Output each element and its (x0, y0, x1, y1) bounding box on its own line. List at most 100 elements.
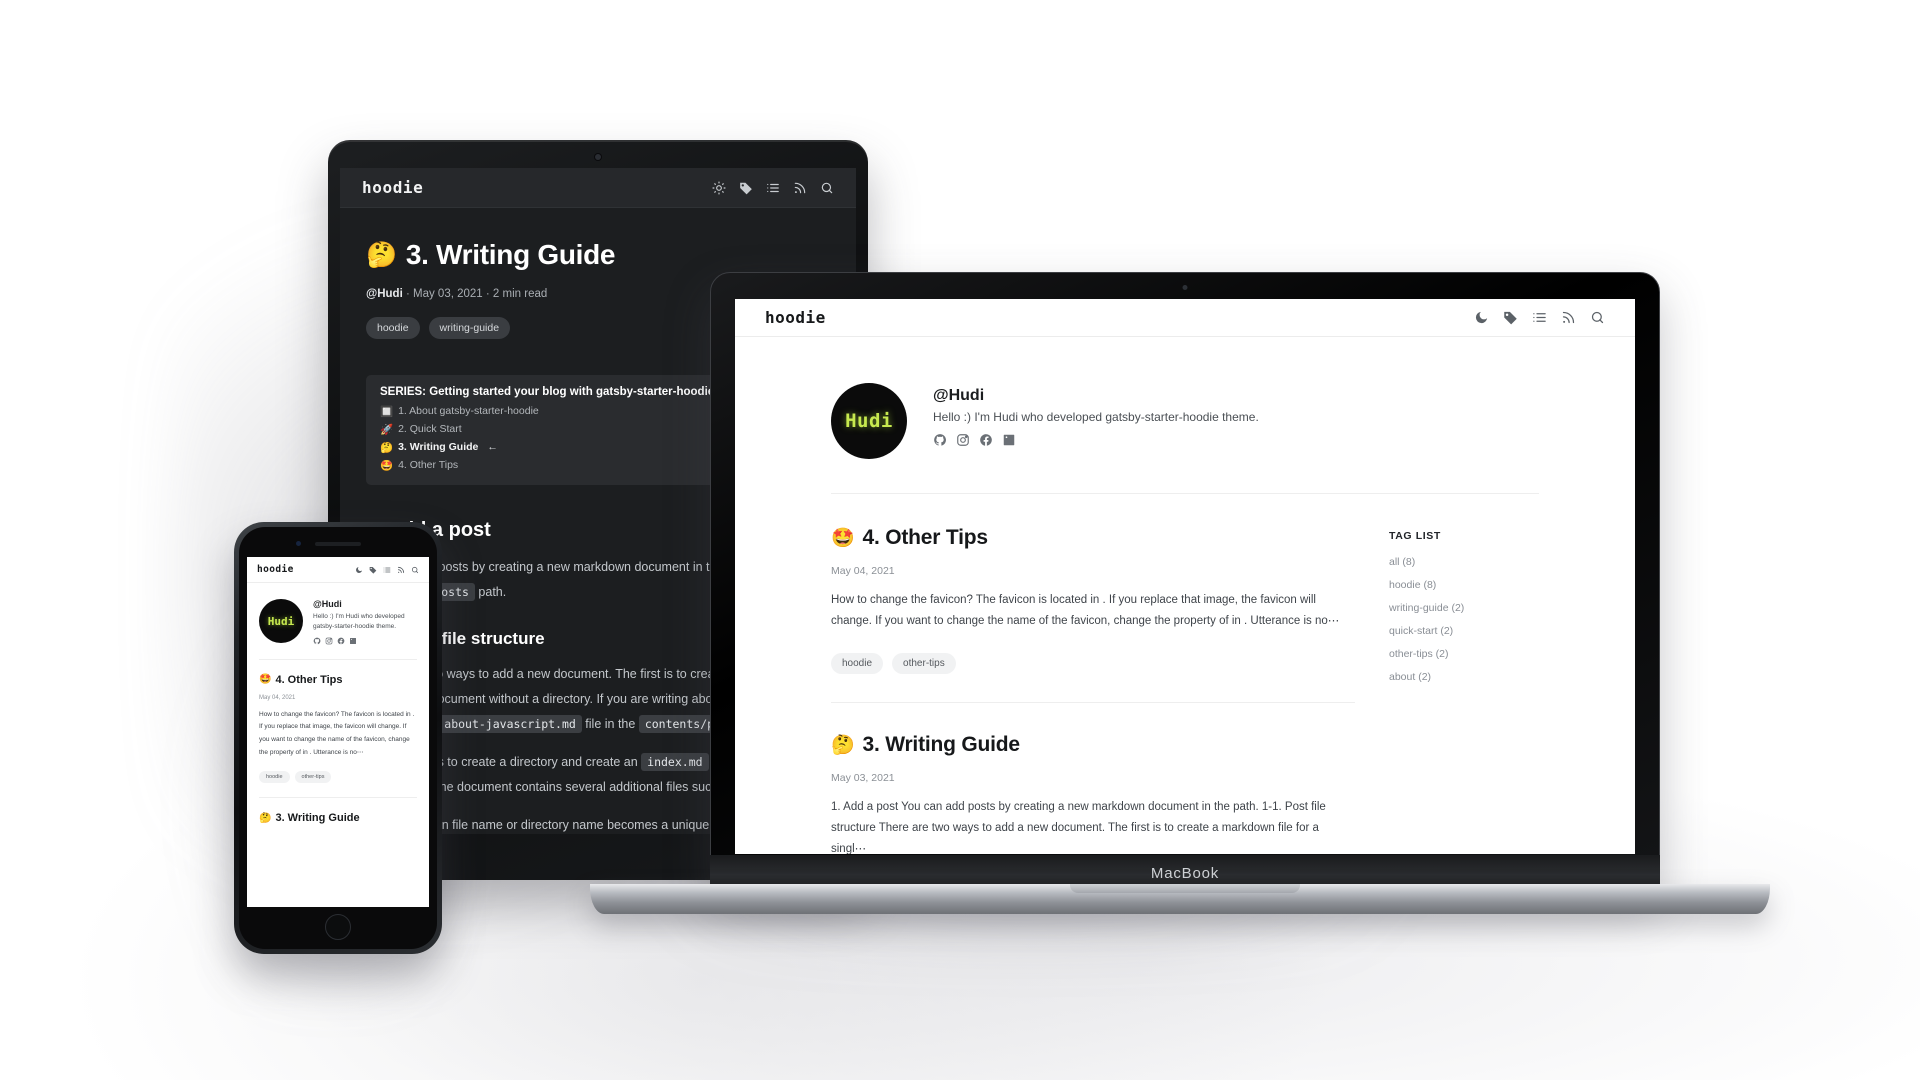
avatar-text: Hudi (267, 614, 295, 628)
facebook-icon[interactable] (979, 433, 993, 447)
p1-after: path. (474, 584, 507, 599)
moon-icon[interactable] (1474, 310, 1489, 325)
post-title-text: 4. Other Tips (862, 526, 988, 549)
rss-icon[interactable] (793, 181, 807, 195)
phone-post[interactable]: 🤩 4. Other Tips May 04, 2021 How to chan… (259, 658, 417, 784)
phone-speaker-icon (315, 542, 361, 546)
post-list: 🤩 4. Other Tips May 04, 2021 How to chan… (831, 526, 1355, 854)
tag-icon[interactable] (1503, 310, 1518, 325)
profile-handle: @Hudi (933, 387, 985, 404)
list-icon[interactable] (1532, 310, 1547, 325)
phone-profile-bio: Hello :) I'm Hudi who developed gatsby-s… (313, 613, 405, 630)
tag-list-item[interactable]: hoodie (8) (1389, 579, 1539, 591)
post-title-text: 3. Writing Guide (862, 732, 1020, 756)
post-item[interactable]: 🤔 3. Writing Guide May 03, 2021 1. Add a… (831, 701, 1355, 854)
series-item-emoji-icon: 🔲 (380, 405, 394, 418)
laptop-site-logo[interactable]: hoodie (765, 308, 826, 327)
phone-camera-icon (296, 541, 301, 546)
social-links (933, 433, 1259, 447)
tag-chip[interactable]: other-tips (294, 771, 332, 784)
thinking-face-emoji-icon: 🤔 (259, 812, 272, 824)
github-icon[interactable] (313, 637, 321, 645)
laptop-site-header: hoodie (735, 299, 1635, 337)
laptop-camera-icon (1182, 285, 1188, 290)
list-icon[interactable] (383, 566, 391, 574)
tag-chip[interactable]: hoodie (831, 652, 884, 674)
rss-icon[interactable] (1561, 310, 1576, 325)
mockup-stage: hoodie 🤔 3. Writing Guide @Hudi · May 03… (0, 0, 1920, 1080)
post-item[interactable]: 🤩 4. Other Tips May 04, 2021 How to chan… (831, 526, 1355, 702)
profile-bio: Hello :) I'm Hudi who developed gatsby-s… (933, 410, 1259, 424)
tag-icon[interactable] (739, 181, 753, 195)
post-title: 🤔 3. Writing Guide (831, 733, 1355, 757)
tablet-site-header: hoodie (340, 168, 856, 208)
tag-chip[interactable]: hoodie (259, 771, 290, 784)
post-date: May 03, 2021 (831, 771, 895, 784)
thinking-face-emoji-icon: 🤔 (831, 734, 855, 756)
series-item-label: 1. About gatsby-starter-hoodie (398, 405, 539, 418)
tablet-article-author[interactable]: @Hudi (366, 288, 403, 300)
avatar: Hudi (259, 599, 303, 643)
current-arrow-icon: ← (487, 441, 498, 454)
laptop-base-notch (1070, 884, 1300, 893)
profile-card: Hudi @Hudi Hello :) I'm Hudi who develop… (831, 383, 1539, 459)
phone-post-title-text: 4. Other Tips (275, 673, 343, 686)
p2-mid: file in the (581, 716, 639, 731)
linkedin-icon[interactable] (1002, 433, 1016, 447)
phone-body: hoodie Hudi @Hudi Hello:) I'm Hudi who … (239, 527, 437, 949)
tag-list-item[interactable]: other-tips (2) (1389, 648, 1539, 660)
instagram-icon[interactable] (956, 433, 970, 447)
rocket-emoji-icon: 🚀 (380, 423, 394, 436)
facebook-icon[interactable] (337, 637, 345, 645)
laptop-content: Hudi @Hudi Hello :) I'm Hudi who develop… (735, 337, 1635, 854)
phone-site-logo[interactable]: hoodie (257, 564, 294, 575)
phone-social-links (313, 637, 417, 645)
phone-site-header: hoodie (247, 557, 429, 583)
series-item-label: 3. Writing Guide (398, 441, 479, 454)
tablet-site-logo[interactable]: hoodie (362, 178, 423, 197)
tag-list-item[interactable]: all (8) (1389, 556, 1539, 568)
list-icon[interactable] (766, 181, 780, 195)
device-label: MacBook (1150, 864, 1220, 882)
tag-list-item[interactable]: about (2) (1389, 671, 1539, 683)
search-icon[interactable] (411, 566, 419, 574)
laptop-lid: hoodie Hudi @Hudi Hello:) I'm Hudi who … (710, 272, 1660, 889)
search-icon[interactable] (1590, 310, 1605, 325)
phone-post[interactable]: 🤔 3. Writing Guide (259, 797, 417, 824)
linkedin-icon[interactable] (349, 637, 357, 645)
phone-post-title: 🤩 4. Other Tips (259, 674, 417, 686)
phone-post-tags: hoodie other-tips (259, 771, 417, 784)
laptop-screen: hoodie Hudi @Hudi Hello:) I'm Hudi who … (735, 299, 1635, 854)
post-tags: hoodie other-tips (831, 652, 1355, 674)
sun-icon[interactable] (712, 181, 726, 195)
tag-list-item[interactable]: writing-guide (2) (1389, 602, 1539, 614)
instagram-icon[interactable] (325, 637, 333, 645)
phone-post-excerpt: How to change the favicon? The favicon i… (259, 710, 415, 756)
rss-icon[interactable] (397, 566, 405, 574)
phone-post-title: 🤔 3. Writing Guide (259, 812, 417, 824)
search-icon[interactable] (820, 181, 834, 195)
star-struck-emoji-icon: 🤩 (259, 674, 272, 685)
tag-icon[interactable] (369, 566, 377, 574)
laptop-device: hoodie Hudi @Hudi Hello:) I'm Hudi who … (590, 272, 1770, 932)
moon-icon[interactable] (355, 566, 363, 574)
phone-header-icons (355, 566, 419, 574)
tag-chip[interactable]: other-tips (892, 652, 956, 674)
star-struck-emoji-icon: 🤩 (380, 459, 394, 472)
tablet-article-date: May 03, 2021 (413, 287, 483, 300)
post-title: 🤩 4. Other Tips (831, 526, 1355, 550)
tag-list-sidebar: TAG LIST all (8) hoodie (8) writing-guid… (1389, 526, 1539, 854)
series-item-label: 4. Other Tips (398, 459, 459, 472)
phone-post-date: May 04, 2021 (259, 694, 296, 701)
profile-text: @Hudi Hello :) I'm Hudi who developed ga… (933, 383, 1259, 447)
phone-device: hoodie Hudi @Hudi Hello:) I'm Hudi who … (234, 522, 442, 954)
github-icon[interactable] (933, 433, 947, 447)
code-span: index.md (641, 752, 709, 771)
avatar-text: Hudi (845, 410, 893, 432)
tag-chip[interactable]: writing-guide (428, 316, 511, 339)
laptop-main: 🤩 4. Other Tips May 04, 2021 How to chan… (831, 493, 1539, 854)
tag-chip[interactable]: hoodie (366, 316, 420, 339)
tag-list-item[interactable]: quick-start (2) (1389, 625, 1539, 637)
phone-home-button[interactable] (325, 914, 351, 940)
tablet-article-title-text: 3. Writing Guide (405, 239, 616, 270)
